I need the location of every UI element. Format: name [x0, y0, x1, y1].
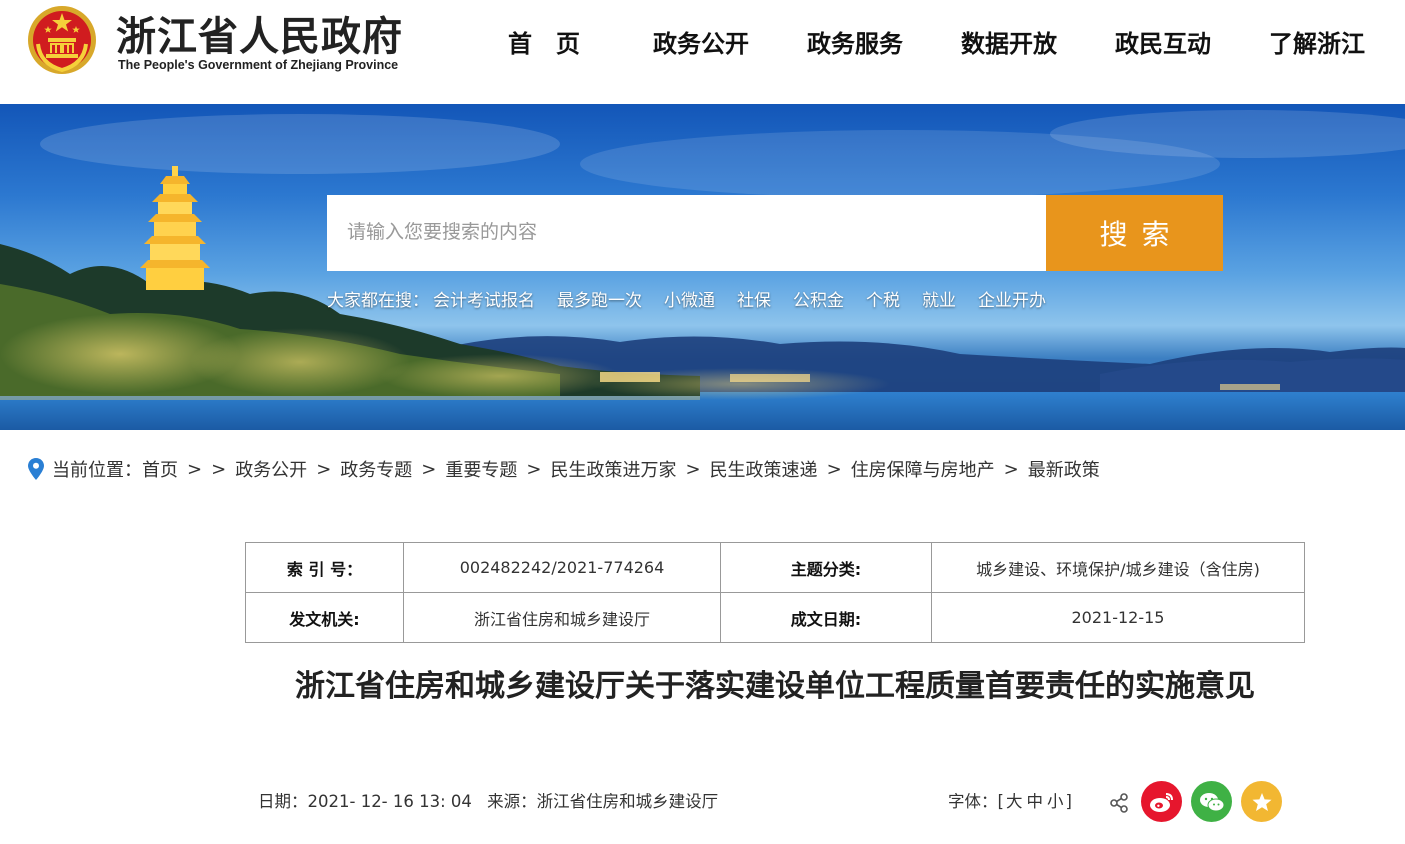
- pagoda-illustration: [140, 166, 210, 290]
- breadcrumb-separator: >: [421, 458, 437, 480]
- breadcrumb-current[interactable]: 最新政策: [1028, 456, 1100, 482]
- hot-word-link[interactable]: 最多跑一次: [557, 291, 642, 311]
- breadcrumb-separator: >: [211, 458, 227, 480]
- breadcrumb: 当前位置： 首页 > > 政务公开 > 政务专题 > 重要专题 > 民生政策进万…: [28, 456, 1100, 482]
- nav-about-zhejiang[interactable]: 了解浙江: [1269, 24, 1365, 59]
- font-large-button[interactable]: 大: [1006, 792, 1023, 811]
- source-label: 来源：: [487, 792, 537, 811]
- breadcrumb-separator: >: [526, 458, 542, 480]
- nav-home[interactable]: 首 页: [508, 24, 580, 59]
- breadcrumb-item[interactable]: 重要专题: [445, 456, 517, 482]
- nav-government-affairs[interactable]: 政务公开: [653, 24, 749, 59]
- wechat-share-button[interactable]: [1191, 781, 1232, 822]
- hot-search-label: 大家都在搜：: [327, 291, 429, 311]
- document-meta-table: 索 引 号： 002482242/2021-774264 主题分类: 城乡建设、…: [245, 542, 1305, 643]
- breadcrumb-separator: >: [685, 458, 701, 480]
- hot-word-link[interactable]: 会计考试报名: [433, 291, 535, 311]
- breadcrumb-item[interactable]: 政务专题: [340, 456, 412, 482]
- article-info: 日期：2021- 12- 16 13: 04 来源：浙江省住房和城乡建设厅: [258, 788, 718, 812]
- hot-word-link[interactable]: 社保: [737, 291, 771, 311]
- breadcrumb-separator: >: [316, 458, 332, 480]
- main-nav: 首 页 政务公开 政务服务 数据开放 政民互动 了解浙江: [0, 24, 1405, 60]
- written-date-value: 2021-12-15: [931, 592, 1305, 643]
- breadcrumb-item[interactable]: 政务公开: [235, 456, 307, 482]
- breadcrumb-home[interactable]: 首页: [142, 456, 178, 482]
- font-size-bracket: ]: [1065, 792, 1072, 811]
- site-header: 浙江省人民政府 The People's Government of Zheji…: [0, 0, 1405, 104]
- topic-value: 城乡建设、环境保护/城乡建设（含住房): [931, 542, 1305, 593]
- article-title: 浙江省住房和城乡建设厅关于落实建设单位工程质量首要责任的实施意见: [295, 669, 1255, 704]
- site-subtitle: The People's Government of Zhejiang Prov…: [118, 58, 399, 72]
- source-value: 浙江省住房和城乡建设厅: [536, 792, 719, 811]
- font-small-button[interactable]: 小: [1047, 792, 1064, 811]
- issuer-value: 浙江省住房和城乡建设厅: [403, 592, 721, 643]
- breadcrumb-item[interactable]: 民生政策速递: [710, 456, 818, 482]
- hot-search-words: 大家都在搜： 会计考试报名 最多跑一次 小微通 社保 公积金 个税 就业 企业开办: [327, 286, 1068, 311]
- table-row: 发文机关: 浙江省住房和城乡建设厅 成文日期: 2021-12-15: [245, 592, 1305, 643]
- share-icon[interactable]: [1108, 792, 1130, 814]
- font-medium-button[interactable]: 中: [1026, 792, 1043, 811]
- breadcrumb-label: 当前位置：: [52, 460, 142, 481]
- date-label: 日期：: [258, 792, 308, 811]
- breadcrumb-item[interactable]: 民生政策进万家: [550, 456, 676, 482]
- hot-word-link[interactable]: 公积金: [793, 291, 844, 311]
- search-input[interactable]: [327, 195, 1046, 271]
- nav-government-services[interactable]: 政务服务: [807, 24, 903, 59]
- hero-banner: 搜索 大家都在搜：会计考试报名 最多跑一次 小微通 社保 公积金 个税 就业 企业开办: [0, 104, 1405, 430]
- written-date-key: 成文日期:: [720, 592, 932, 643]
- table-row: 索 引 号： 002482242/2021-774264 主题分类: 城乡建设、…: [245, 542, 1305, 593]
- issuer-key: 发文机关:: [245, 592, 404, 643]
- index-number-key: 索 引 号：: [245, 542, 404, 593]
- font-size-control: 字体：[大中小]: [948, 788, 1072, 812]
- hot-word-link[interactable]: 就业: [922, 291, 956, 311]
- nav-interaction[interactable]: 政民互动: [1115, 24, 1211, 59]
- breadcrumb-separator: >: [187, 458, 203, 480]
- location-pin-icon: [28, 458, 44, 480]
- hot-word-link[interactable]: 小微通: [664, 291, 715, 311]
- weibo-share-button[interactable]: [1141, 781, 1182, 822]
- nav-open-data[interactable]: 数据开放: [961, 24, 1057, 59]
- favorite-star-icon: [1252, 792, 1271, 811]
- breadcrumb-item[interactable]: 住房保障与房地产: [851, 456, 995, 482]
- breadcrumb-separator: >: [1003, 458, 1019, 480]
- font-size-label: 字体：[: [948, 792, 1004, 811]
- hot-word-link[interactable]: 个税: [866, 291, 900, 311]
- publish-date: 2021- 12- 16 13: 04: [307, 792, 472, 811]
- weibo-icon: [1149, 792, 1173, 812]
- breadcrumb-separator: >: [826, 458, 842, 480]
- index-number-value: 002482242/2021-774264: [403, 542, 721, 593]
- favorite-button[interactable]: [1241, 781, 1282, 822]
- hot-word-link[interactable]: 企业开办: [978, 291, 1046, 311]
- wechat-icon: [1199, 792, 1224, 811]
- topic-key: 主题分类:: [720, 542, 932, 593]
- search-button[interactable]: 搜索: [1046, 195, 1223, 271]
